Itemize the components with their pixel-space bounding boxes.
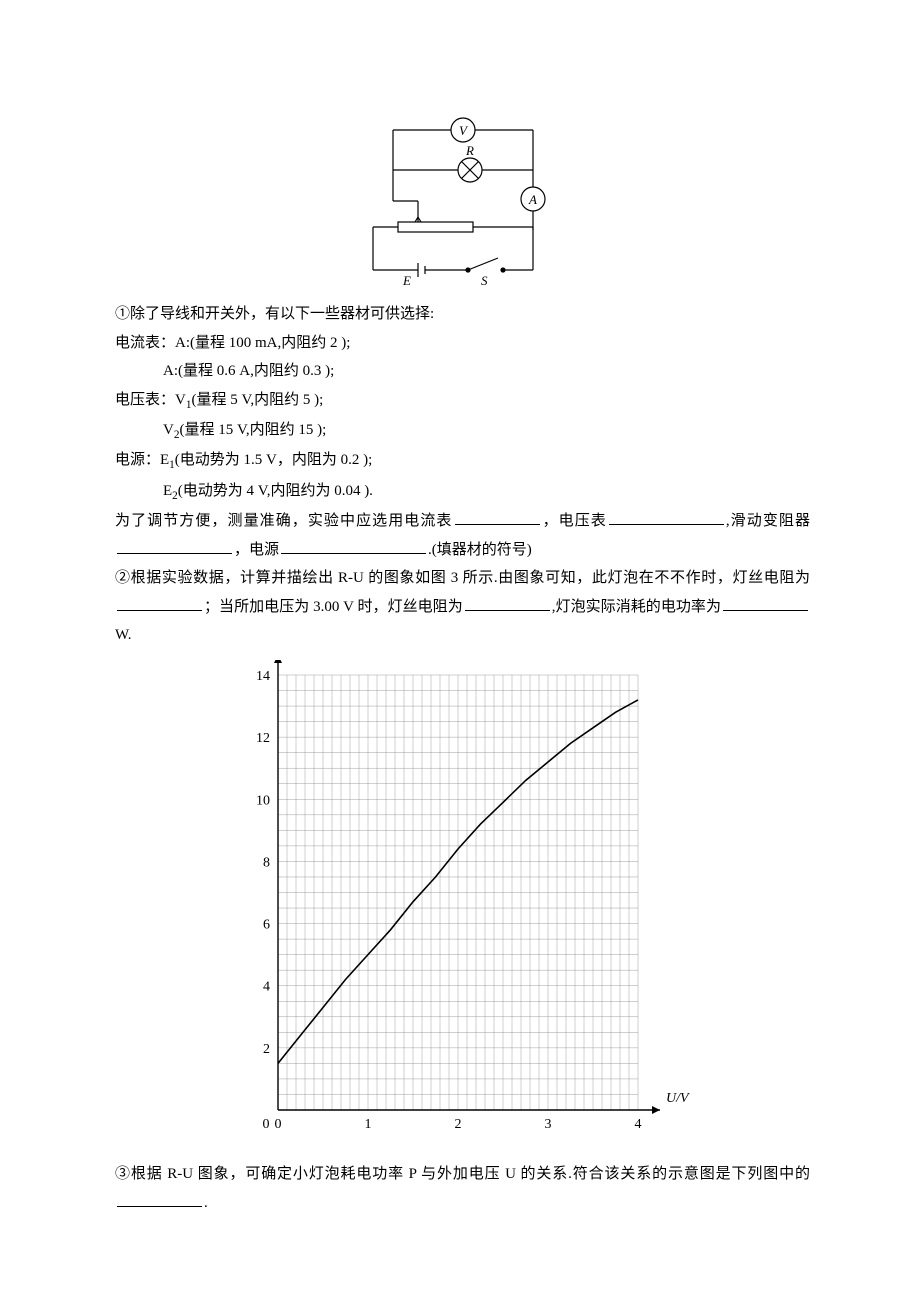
- svg-text:4: 4: [263, 979, 270, 994]
- intro-line: ①除了导线和开关外，有以下一些器材可供选择:: [115, 300, 810, 329]
- voltmeter-v-label: 电压表：V: [115, 392, 186, 408]
- blank-ammeter[interactable]: [455, 510, 540, 525]
- q3-text-2: .: [204, 1195, 208, 1211]
- switch-label: S: [481, 273, 488, 288]
- source-line-2: E2(电动势为 4 V,内阻约为 0.04 ).: [115, 477, 810, 507]
- q1-text-2: ，电压表: [542, 513, 607, 529]
- lamp-label: R: [465, 143, 474, 158]
- blank-voltmeter[interactable]: [609, 510, 724, 525]
- source-e-label: 电源：E: [115, 452, 169, 468]
- q2-text-1: ②根据实验数据，计算并描绘出 R-U 的图象如图 3 所示.由图象可知，此灯泡在…: [115, 570, 810, 586]
- v2-prefix: V: [163, 422, 174, 438]
- circuit-diagram: V R A E S: [363, 115, 563, 290]
- svg-text:U/V: U/V: [666, 1091, 690, 1106]
- blank-r3[interactable]: [465, 596, 550, 611]
- blank-power[interactable]: [723, 596, 808, 611]
- svg-text:0: 0: [274, 1117, 281, 1132]
- source-label: E: [402, 273, 411, 288]
- voltmeter-label: V: [459, 123, 469, 138]
- v2-suffix: (量程 15 V,内阻约 15 );: [179, 422, 326, 438]
- question-1: 为了调节方便，测量准确，实验中应选用电流表 ，电压表 ,滑动变阻器 ，电源 .(填器材的…: [115, 507, 810, 564]
- blank-rheostat[interactable]: [117, 539, 232, 554]
- blank-r0[interactable]: [117, 596, 202, 611]
- svg-text:0: 0: [262, 1117, 269, 1132]
- q3-text-1: ③根据 R-U 图象，可确定小灯泡耗电功率 P 与外加电压 U 的关系.符合该关…: [115, 1166, 810, 1182]
- e2-prefix: E: [163, 483, 172, 499]
- ammeter-line-1: 电流表：A:(量程 100 mA,内阻约 2 );: [115, 329, 810, 358]
- q1-text-1: 为了调节方便，测量准确，实验中应选用电流表: [115, 513, 453, 529]
- ammeter-line-2: A:(量程 0.6 A,内阻约 0.3 );: [115, 357, 810, 386]
- svg-text:2: 2: [454, 1117, 461, 1132]
- question-3-block: ③根据 R-U 图象，可确定小灯泡耗电功率 P 与外加电压 U 的关系.符合该关…: [115, 1160, 810, 1217]
- q1-text-5: .(填器材的符号): [428, 542, 532, 558]
- v1-suffix: (量程 5 V,内阻约 5 );: [191, 392, 323, 408]
- source-line-1: 电源：E1(电动势为 1.5 V，内阻为 0.2 );: [115, 446, 810, 476]
- voltmeter-line-2: V2(量程 15 V,内阻约 15 );: [115, 416, 810, 446]
- svg-text:14: 14: [256, 669, 270, 684]
- svg-text:2: 2: [263, 1041, 270, 1056]
- svg-text:8: 8: [263, 855, 270, 870]
- question-2: ②根据实验数据，计算并描绘出 R-U 的图象如图 3 所示.由图象可知，此灯泡在…: [115, 564, 810, 650]
- q1-text-4: ，电源: [234, 542, 279, 558]
- q1-text-3: ,滑动变阻器: [726, 513, 810, 529]
- blank-source[interactable]: [281, 539, 426, 554]
- svg-text:1: 1: [364, 1117, 371, 1132]
- ammeter-label: A: [528, 192, 537, 207]
- q2-text-3: ,灯泡实际消耗的电功率为: [552, 599, 721, 615]
- voltmeter-line-1: 电压表：V1(量程 5 V,内阻约 5 );: [115, 386, 810, 416]
- blank-graph-choice[interactable]: [117, 1192, 202, 1207]
- q2-text-2: ；当所加电压为 3.00 V 时，灯丝电阻为: [204, 599, 463, 615]
- q2-text-4: W.: [115, 627, 132, 643]
- ru-chart: 0123424681012140R/ΩU/V: [233, 660, 693, 1161]
- question-3: ③根据 R-U 图象，可确定小灯泡耗电功率 P 与外加电压 U 的关系.符合该关…: [115, 1160, 810, 1217]
- svg-text:3: 3: [544, 1117, 551, 1132]
- svg-text:6: 6: [263, 917, 270, 932]
- e2-suffix: (电动势为 4 V,内阻约为 0.04 ).: [178, 483, 373, 499]
- e1-suffix: (电动势为 1.5 V，内阻为 0.2 );: [175, 452, 373, 468]
- question-text: ①除了导线和开关外，有以下一些器材可供选择: 电流表：A:(量程 100 mA,…: [115, 300, 810, 650]
- svg-text:10: 10: [256, 793, 270, 808]
- svg-text:4: 4: [634, 1117, 641, 1132]
- svg-text:12: 12: [256, 731, 270, 746]
